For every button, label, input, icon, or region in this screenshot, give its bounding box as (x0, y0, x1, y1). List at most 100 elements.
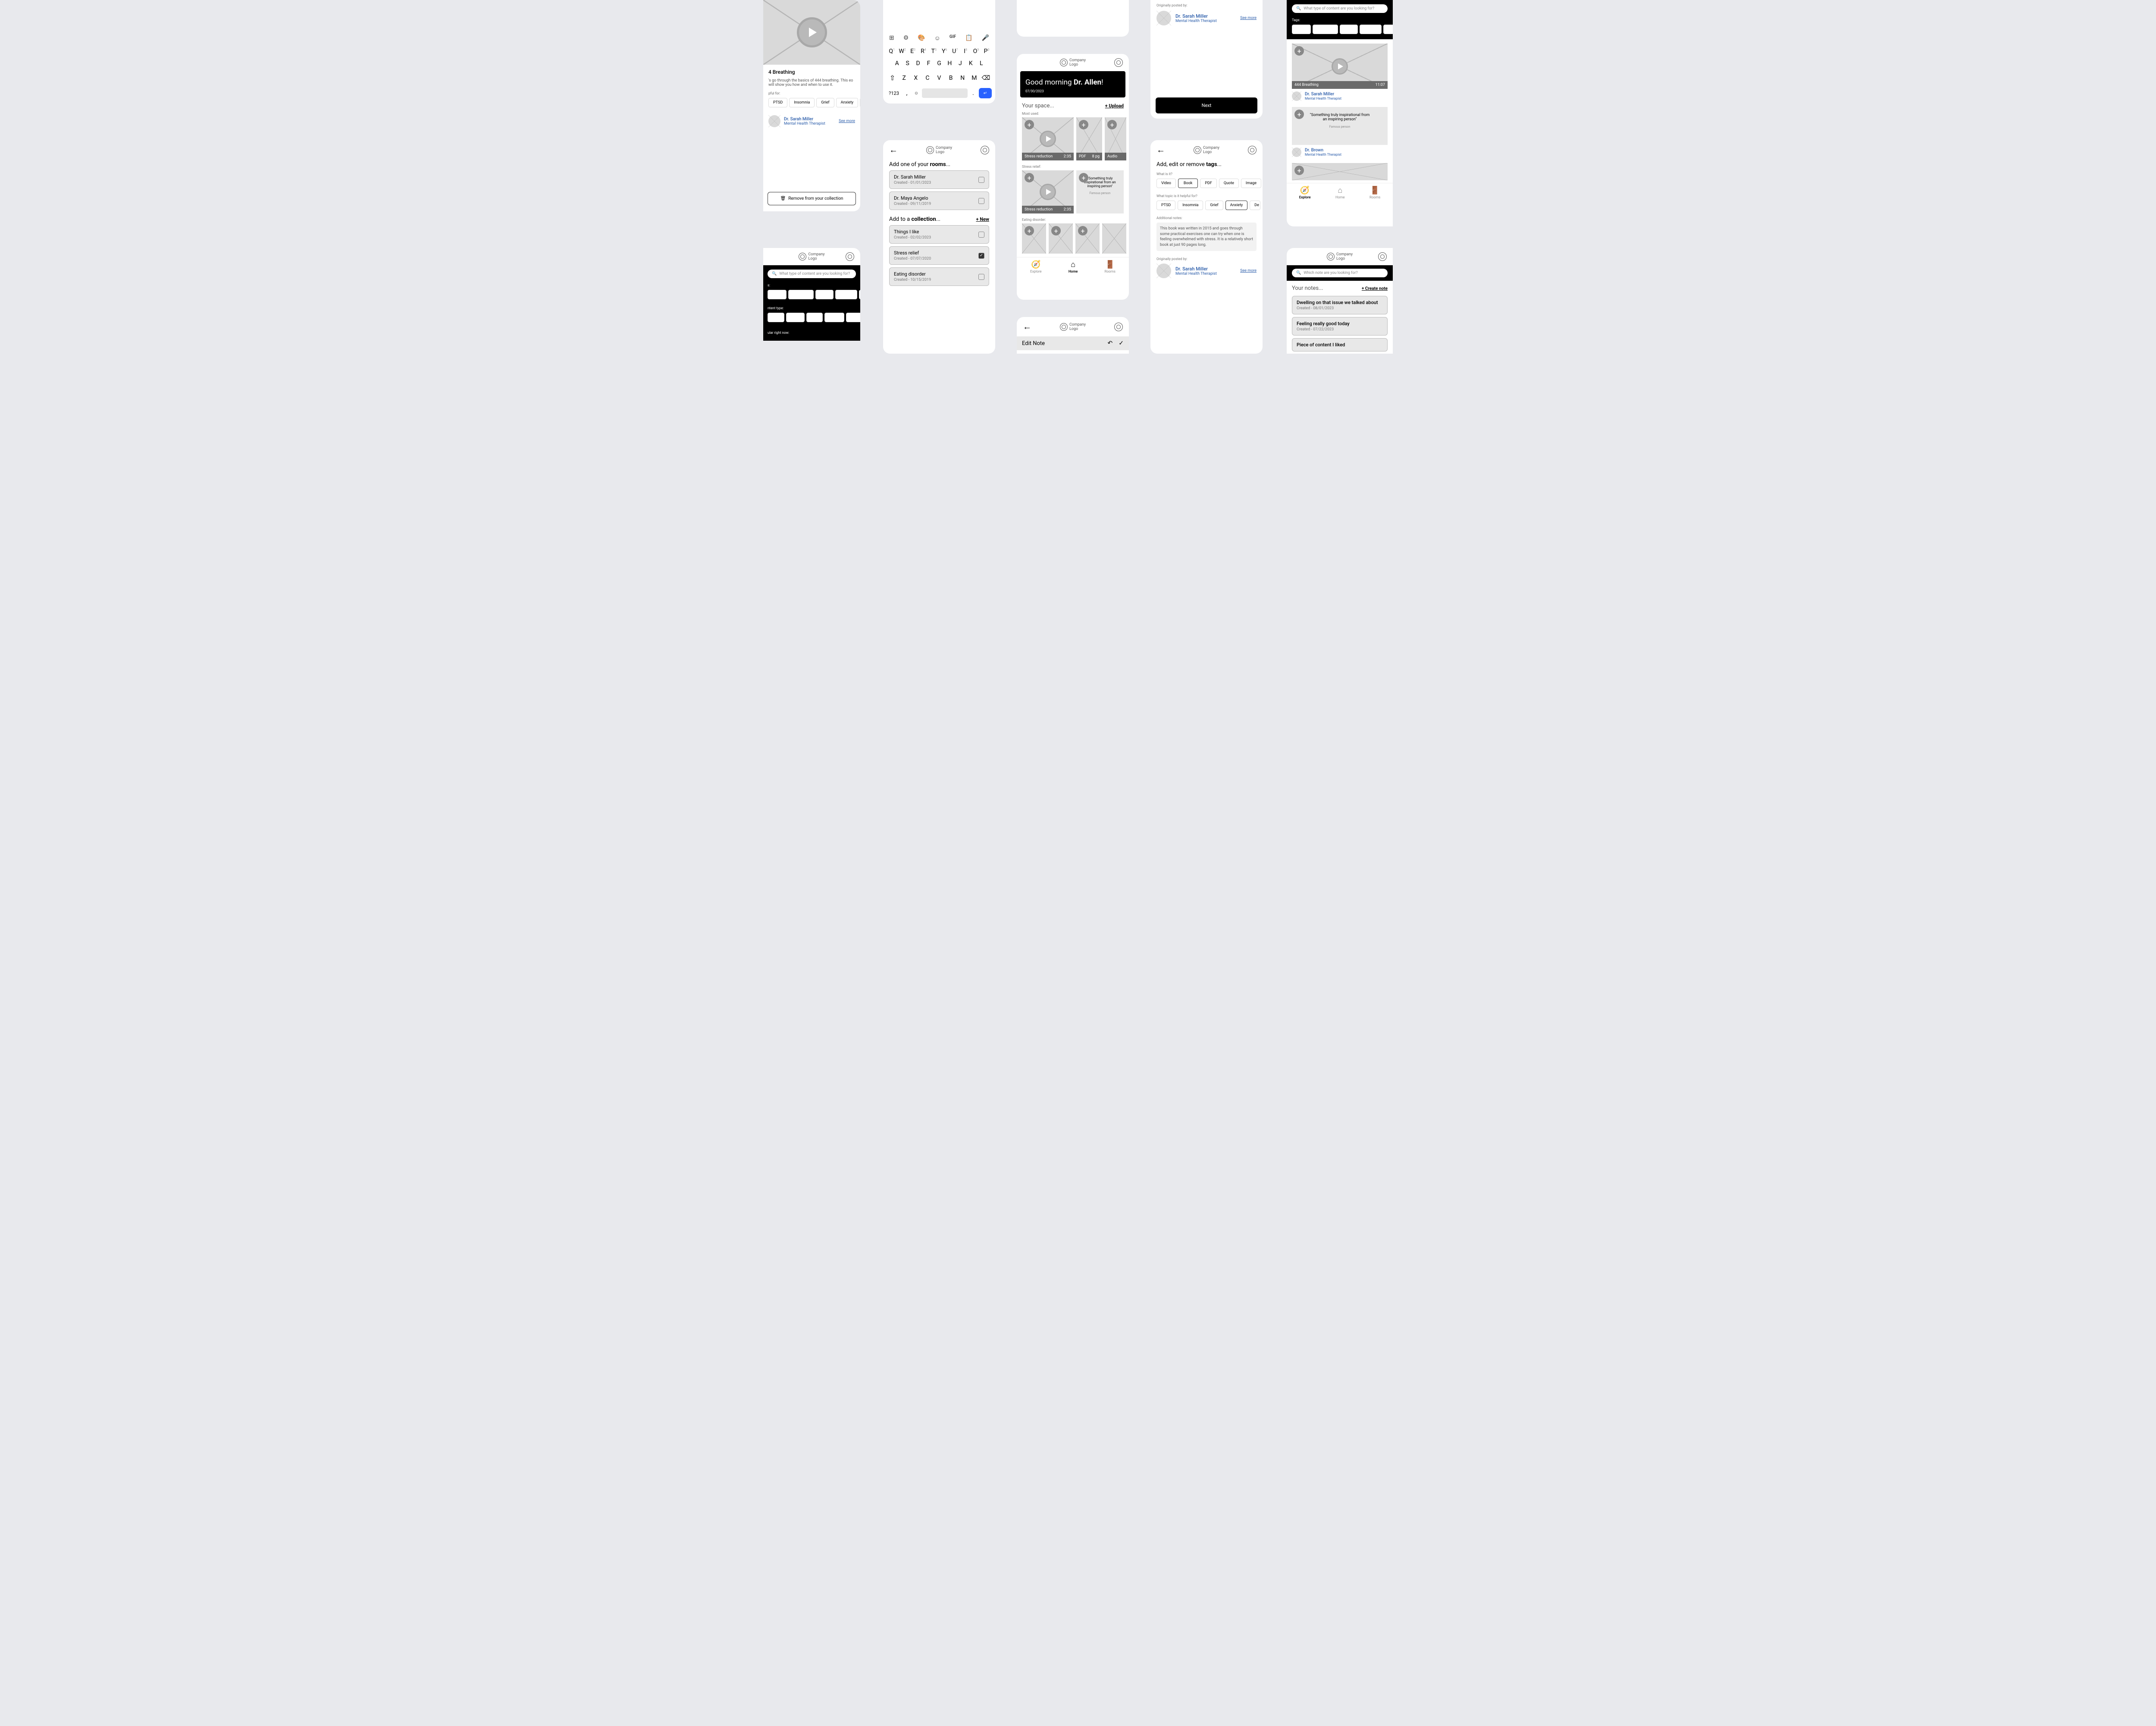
see-more-link[interactable]: See more (839, 119, 855, 123)
add-icon[interactable]: + (1078, 226, 1087, 235)
profile-icon[interactable] (1378, 252, 1387, 261)
add-icon[interactable]: + (1079, 173, 1088, 182)
next-button[interactable]: Next (1156, 97, 1257, 113)
play-icon[interactable] (797, 17, 827, 47)
key-f[interactable]: F (923, 60, 934, 67)
back-button[interactable]: ← (1156, 144, 1165, 155)
key-k[interactable]: K (965, 60, 976, 67)
feed-quote[interactable]: +"Something truly inspirational from an … (1292, 107, 1388, 145)
add-icon[interactable]: + (1107, 120, 1117, 129)
search-input[interactable]: 🔍What type of content are you looking fo… (768, 270, 856, 278)
key-space[interactable] (922, 88, 968, 98)
see-more-link[interactable]: See more (1240, 269, 1257, 273)
kb-settings-icon[interactable]: ⚙ (903, 35, 909, 42)
tag-ptsd[interactable]: PTSD (1292, 25, 1311, 34)
tag-insomnia[interactable]: Insomnia (789, 98, 815, 107)
profile-icon[interactable] (1114, 323, 1123, 331)
tab-explore[interactable]: 🧭Explore (1030, 260, 1041, 273)
key-e[interactable]: E3 (908, 48, 918, 55)
tag-anxiety[interactable]: Anxiety (836, 98, 858, 107)
topic-dep[interactable]: De (1250, 201, 1260, 210)
topic-insomnia[interactable]: Insomnia (1178, 201, 1203, 210)
feed-item[interactable]: + (1292, 163, 1388, 180)
topic-ptsd[interactable]: PTSD (1156, 201, 1175, 210)
key-l[interactable]: L (976, 60, 987, 67)
room-item[interactable]: Dr. Sarah MillerCreated - 01/01/2023 (889, 170, 989, 189)
search-input[interactable]: 🔍Which note are you looking for? (1292, 269, 1388, 277)
profile-icon[interactable] (1248, 146, 1257, 154)
key-d[interactable]: D (913, 60, 923, 67)
key-n[interactable]: N (957, 75, 968, 82)
undo-icon[interactable]: ↶ (1108, 340, 1113, 347)
key-o[interactable]: O9 (971, 48, 981, 55)
add-icon[interactable]: + (1051, 226, 1061, 235)
add-icon[interactable]: + (1025, 173, 1034, 182)
room-item[interactable]: Dr. Maya AngeloCreated - 09/11/2019 (889, 191, 989, 210)
feed-video[interactable]: +444 Breathing11:07 (1292, 44, 1388, 89)
key-comma[interactable]: , (903, 90, 911, 97)
type-video[interactable]: Video (1156, 179, 1176, 188)
type-quote[interactable]: Quote (1219, 179, 1239, 188)
notes-textarea[interactable]: This book was written in 2015 and goes t… (1156, 223, 1257, 251)
key-v[interactable]: V (933, 75, 945, 82)
tab-home[interactable]: ⌂Home (1335, 186, 1345, 199)
type-quote[interactable]: Quote (824, 313, 844, 322)
type-image[interactable]: Image (846, 313, 860, 322)
key-a[interactable]: A (892, 60, 902, 67)
type-book[interactable]: Book (786, 313, 804, 322)
key-p[interactable]: P0 (981, 48, 992, 55)
key-u[interactable]: U7 (950, 48, 960, 55)
collection-item[interactable]: Things I likeCreated - 02/02/2023 (889, 225, 989, 244)
upload-button[interactable]: + Upload (1105, 103, 1124, 109)
tag-dep[interactable]: De (859, 290, 860, 299)
add-icon[interactable]: + (1025, 120, 1034, 129)
key-backspace[interactable]: ⌫ (980, 75, 992, 82)
key-dot[interactable]: . (969, 90, 977, 97)
checkbox[interactable] (978, 177, 984, 183)
tag-insomnia[interactable]: Insomnia (788, 290, 814, 299)
add-icon[interactable]: + (1294, 110, 1304, 119)
tag-anxiety[interactable]: Anxiety (835, 290, 857, 299)
key-w[interactable]: W2 (897, 48, 907, 55)
key-m[interactable]: M (968, 75, 980, 82)
key-q[interactable]: Q1 (887, 48, 897, 55)
checkbox[interactable] (978, 274, 984, 280)
back-button[interactable]: ← (889, 144, 898, 155)
key-symbols[interactable]: ?123 (887, 91, 901, 96)
tab-rooms[interactable]: 🚪Rooms (1105, 260, 1116, 273)
checkbox[interactable] (978, 232, 984, 238)
search-input[interactable]: 🔍What type of content are you looking fo… (1292, 4, 1388, 13)
tab-explore[interactable]: 🧭Explore (1299, 186, 1311, 199)
tag-grief[interactable]: Grief (1340, 25, 1357, 34)
tag-ptsd[interactable]: PTSD (768, 98, 787, 107)
collection-item[interactable]: Eating disorderCreated - 10/15/2019 (889, 267, 989, 286)
tile-stress-reduction[interactable]: +Stress reduction2:35 (1022, 170, 1074, 213)
note-item[interactable]: Piece of content I liked (1292, 338, 1388, 351)
profile-icon[interactable] (981, 146, 989, 154)
key-s[interactable]: S (902, 60, 912, 67)
kb-sticker-icon[interactable]: ☺ (934, 35, 940, 42)
kb-theme-icon[interactable]: 🎨 (918, 35, 925, 42)
topic-grief[interactable]: Grief (1205, 201, 1223, 210)
tile-stress-reduction[interactable]: +Stress reduction2:35 (1022, 117, 1074, 160)
keyboard[interactable]: Q1 W2 E3 R4 T5 Y6 U7 I8 O9 P0 A S D F G … (887, 46, 992, 101)
note-item[interactable]: Dwelling on that issue we talked aboutCr… (1292, 296, 1388, 314)
key-r[interactable]: R4 (918, 48, 928, 55)
key-enter[interactable]: ↵ (979, 88, 992, 98)
type-image[interactable]: Image (1241, 179, 1261, 188)
tag-insomnia[interactable]: Insomnia (1313, 25, 1338, 34)
key-g[interactable]: G (934, 60, 944, 67)
create-note-button[interactable]: + Create note (1362, 286, 1388, 291)
type-book[interactable]: Book (1178, 179, 1198, 188)
tile-quote[interactable]: +"Something truly inspirational from an … (1076, 170, 1124, 213)
new-button[interactable]: + New (976, 217, 989, 222)
add-icon[interactable]: + (1079, 120, 1088, 129)
kb-mic-icon[interactable]: 🎤 (982, 35, 989, 42)
topic-anxiety[interactable]: Anxiety (1225, 201, 1247, 210)
key-i[interactable]: I8 (960, 48, 971, 55)
type-video[interactable]: ideo (768, 313, 784, 322)
key-j[interactable]: J (955, 60, 965, 67)
key-shift[interactable]: ⇧ (887, 74, 898, 82)
key-emoji[interactable]: ☺ (912, 91, 920, 96)
collection-item[interactable]: Stress reliefCreated - 07/07/2020 (889, 246, 989, 265)
